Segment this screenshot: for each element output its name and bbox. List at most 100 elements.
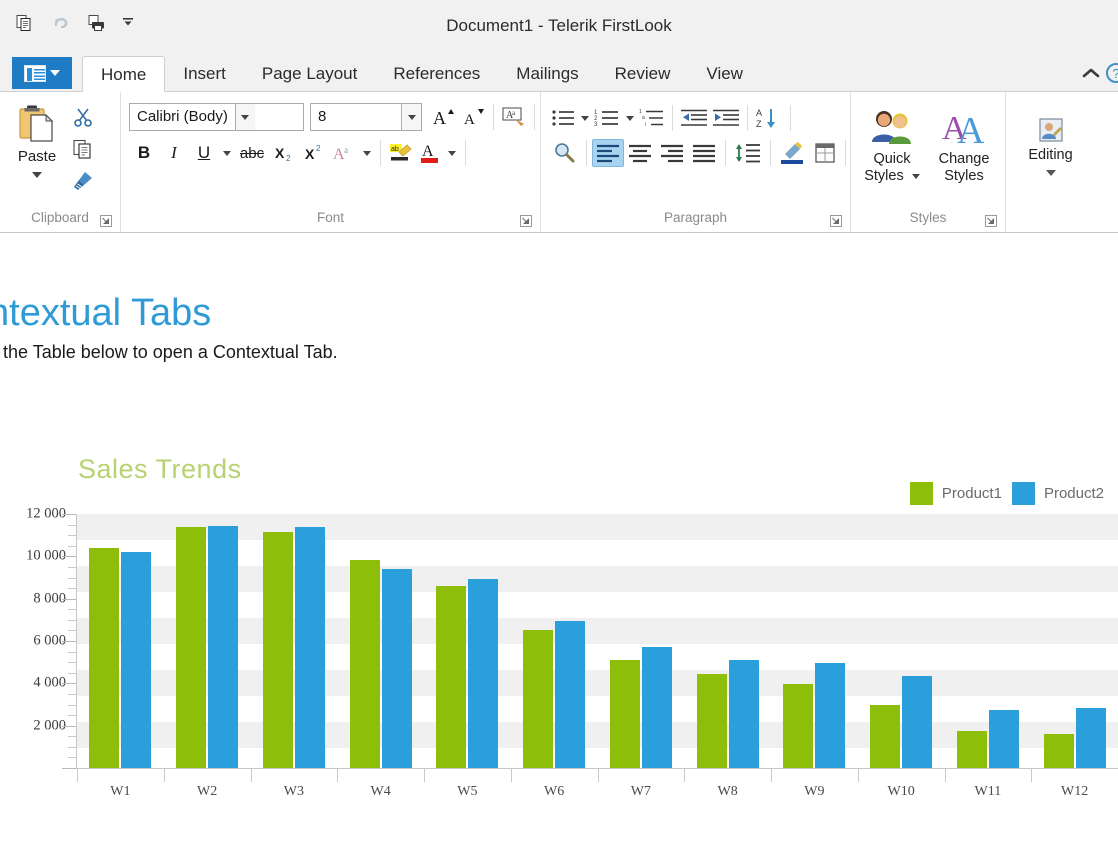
bar-product2[interactable]	[641, 647, 672, 768]
bar-product1[interactable]	[956, 730, 987, 768]
bar-product2[interactable]	[121, 552, 152, 768]
find-button[interactable]	[549, 138, 581, 168]
text-effects-dropdown-arrow[interactable]	[359, 138, 375, 168]
chart-category-group[interactable]	[684, 514, 771, 768]
font-size-combo[interactable]: 8	[310, 103, 422, 131]
underline-dropdown-arrow[interactable]	[219, 138, 235, 168]
bar-product1[interactable]	[783, 684, 814, 768]
font-size-dropdown-arrow[interactable]	[401, 104, 421, 130]
decrease-indent-button[interactable]	[678, 103, 710, 133]
sales-trends-chart[interactable]: Sales Trends Product1 Product2 2 000 4 00…	[0, 404, 1118, 842]
format-painter-button[interactable]	[70, 168, 96, 194]
paragraph-dialog-launcher[interactable]	[830, 215, 842, 227]
align-right-button[interactable]	[656, 138, 688, 168]
chevron-up-icon[interactable]	[1082, 66, 1100, 80]
chart-category-group[interactable]	[251, 514, 338, 768]
bar-product2[interactable]	[555, 620, 586, 768]
bar-product1[interactable]	[176, 526, 207, 768]
underline-button[interactable]: U	[189, 138, 219, 168]
subscript-button[interactable]: X 2	[269, 138, 299, 168]
strikethrough-button[interactable]: abc	[235, 138, 269, 168]
chart-category-group[interactable]	[1031, 514, 1118, 768]
align-left-button[interactable]	[592, 139, 624, 167]
italic-button[interactable]: I	[159, 138, 189, 168]
chart-category-group[interactable]	[164, 514, 251, 768]
numbering-dropdown-arrow[interactable]	[622, 103, 637, 133]
chart-category-group[interactable]	[337, 514, 424, 768]
clipboard-dialog-launcher[interactable]	[100, 215, 112, 227]
clear-formatting-button[interactable]: A a	[499, 102, 529, 132]
bar-product2[interactable]	[294, 526, 325, 768]
tab-review[interactable]: Review	[597, 57, 689, 91]
bold-label: B	[137, 143, 151, 162]
chart-category-group[interactable]	[77, 514, 164, 768]
numbering-button[interactable]: 123	[592, 103, 622, 133]
bar-product2[interactable]	[988, 709, 1019, 768]
bar-product1[interactable]	[870, 704, 901, 768]
line-spacing-button[interactable]	[731, 138, 765, 168]
application-menu-button[interactable]	[12, 57, 72, 89]
bar-product2[interactable]	[468, 578, 499, 768]
tab-page-layout[interactable]: Page Layout	[244, 57, 375, 91]
bold-button[interactable]: B	[129, 138, 159, 168]
tab-view[interactable]: View	[688, 57, 761, 91]
chevron-down-icon	[32, 172, 42, 178]
bar-product1[interactable]	[1043, 734, 1074, 768]
chart-category-group[interactable]	[424, 514, 511, 768]
chart-category-group[interactable]	[511, 514, 598, 768]
bullets-button[interactable]	[549, 103, 577, 133]
multilevel-list-button[interactable]: 1ai	[637, 103, 667, 133]
quick-styles-button[interactable]: Quick Styles	[856, 102, 928, 185]
bar-product2[interactable]	[208, 525, 239, 768]
highlight-color-button[interactable]: ab	[386, 138, 416, 168]
chart-category-group[interactable]	[771, 514, 858, 768]
document-canvas[interactable]: ntextual Tabs n the Table below to open …	[0, 234, 1118, 842]
tab-mailings[interactable]: Mailings	[498, 57, 596, 91]
borders-button[interactable]	[810, 138, 840, 168]
tab-insert[interactable]: Insert	[165, 57, 244, 91]
superscript-button[interactable]: X 2	[299, 138, 329, 168]
tab-references[interactable]: References	[375, 57, 498, 91]
styles-dialog-launcher[interactable]	[985, 215, 997, 227]
change-styles-button[interactable]: A A Change Styles	[928, 102, 1000, 185]
increase-indent-button[interactable]	[710, 103, 742, 133]
chart-category-group[interactable]	[858, 514, 945, 768]
justify-button[interactable]	[688, 138, 720, 168]
bar-product1[interactable]	[609, 660, 640, 768]
font-color-button[interactable]: A	[416, 138, 444, 168]
bar-product2[interactable]	[381, 569, 412, 768]
y-axis-tick	[68, 715, 76, 717]
tab-home[interactable]: Home	[82, 56, 166, 92]
sort-button[interactable]: A Z	[753, 103, 785, 133]
bar-product1[interactable]	[696, 673, 727, 768]
font-color-dropdown-arrow[interactable]	[444, 138, 460, 168]
chart-category-group[interactable]	[598, 514, 685, 768]
bar-product2[interactable]	[815, 663, 846, 768]
font-name-dropdown-arrow[interactable]	[234, 104, 255, 130]
cut-button[interactable]	[70, 104, 96, 130]
copy-button[interactable]	[70, 136, 96, 162]
text-effects-button[interactable]: A a	[329, 138, 359, 168]
bullets-dropdown-arrow[interactable]	[577, 103, 592, 133]
editing-button[interactable]: Editing	[1011, 112, 1091, 176]
bar-product1[interactable]	[89, 547, 120, 768]
font-dialog-launcher[interactable]	[520, 215, 532, 227]
bar-product2[interactable]	[1075, 707, 1106, 768]
paste-button[interactable]: Paste	[4, 98, 70, 178]
font-name-combo[interactable]: Calibri (Body)	[129, 103, 304, 131]
grow-font-button[interactable]: A	[428, 102, 458, 132]
bar-product1[interactable]	[436, 585, 467, 768]
chart-category-group[interactable]	[945, 514, 1032, 768]
change-styles-label: Change Styles	[939, 151, 990, 185]
editing-icon	[1038, 118, 1063, 142]
bar-product1[interactable]	[523, 630, 554, 768]
shading-button[interactable]	[776, 138, 810, 168]
svg-text:ab: ab	[391, 146, 399, 153]
bar-product2[interactable]	[728, 660, 759, 768]
bar-product2[interactable]	[902, 675, 933, 768]
shrink-font-button[interactable]: A	[458, 102, 488, 132]
bar-product1[interactable]	[262, 532, 293, 768]
bar-product1[interactable]	[349, 559, 380, 768]
help-icon[interactable]: ?	[1106, 63, 1118, 83]
align-center-button[interactable]	[624, 138, 656, 168]
